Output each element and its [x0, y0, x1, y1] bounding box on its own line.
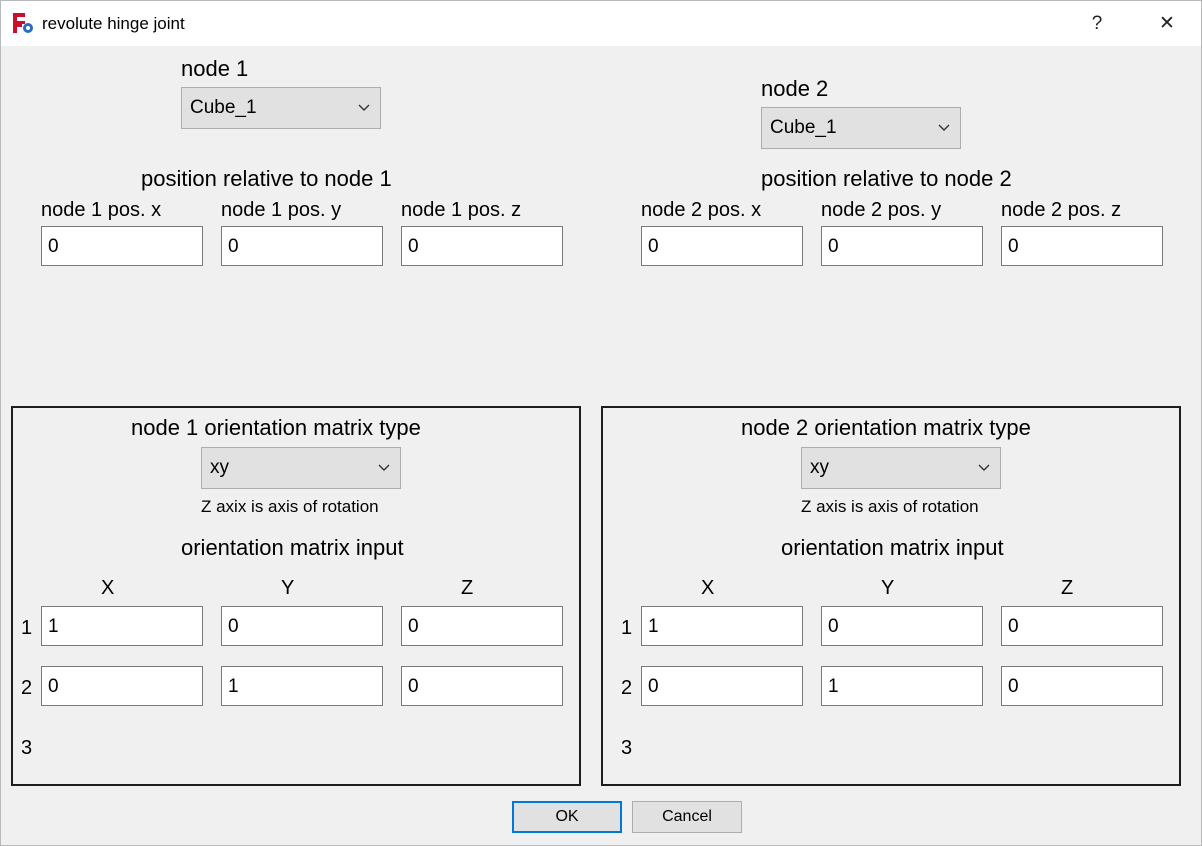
node2-pos-x-value: 0: [648, 236, 659, 257]
node1-position-heading: position relative to node 1: [141, 166, 392, 191]
node2-m21-value: 0: [648, 676, 659, 697]
node1-orientation-type-value: xy: [210, 457, 229, 478]
node1-m12-input[interactable]: 0: [221, 606, 383, 646]
node2-m11-value: 1: [648, 616, 659, 637]
node1-m23-input[interactable]: 0: [401, 666, 563, 706]
chevron-down-icon: [978, 464, 990, 471]
node2-m13-input[interactable]: 0: [1001, 606, 1163, 646]
node2-pos-y-label: node 2 pos. y: [821, 199, 942, 221]
window-title: revolute hinge joint: [42, 14, 185, 33]
title-bar: revolute hinge joint ? ✕: [1, 1, 1201, 46]
ok-button[interactable]: OK: [512, 801, 622, 833]
node1-row1-label: 1: [21, 617, 33, 639]
node2-select-value: Cube_1: [770, 117, 837, 138]
node1-pos-x-value: 0: [48, 236, 59, 257]
node1-select-value: Cube_1: [190, 97, 257, 118]
node2-col-x-label: X: [701, 577, 715, 599]
node2-col-z-label: Z: [1061, 577, 1074, 599]
node2-pos-y-input[interactable]: 0: [821, 226, 983, 266]
help-icon: ?: [1091, 13, 1103, 34]
node1-m23-value: 0: [408, 676, 419, 697]
node1-col-z-label: Z: [461, 577, 474, 599]
node1-matrix-input-label: orientation matrix input: [181, 535, 404, 560]
node2-m21-input[interactable]: 0: [641, 666, 803, 706]
node1-pos-z-input[interactable]: 0: [401, 226, 563, 266]
node1-m21-value: 0: [48, 676, 59, 697]
node2-m12-input[interactable]: 0: [821, 606, 983, 646]
cancel-button[interactable]: Cancel: [632, 801, 742, 833]
dialog-window: revolute hinge joint ? ✕ node 1 Cube_1 n…: [0, 0, 1202, 846]
node1-pos-x-label: node 1 pos. x: [41, 199, 162, 221]
node2-m23-input[interactable]: 0: [1001, 666, 1163, 706]
node2-position-heading: position relative to node 2: [761, 166, 1012, 191]
node2-m12-value: 0: [828, 616, 839, 637]
node2-row1-label: 1: [621, 617, 633, 639]
node2-row3-label: 3: [621, 737, 633, 759]
node1-row2-label: 2: [21, 677, 33, 699]
node1-pos-x-input[interactable]: 0: [41, 226, 203, 266]
node2-pos-z-input[interactable]: 0: [1001, 226, 1163, 266]
freecad-app-icon: [13, 13, 33, 33]
node2-label: node 2: [761, 76, 829, 101]
node2-pos-x-input[interactable]: 0: [641, 226, 803, 266]
node1-m13-value: 0: [408, 616, 419, 637]
close-button[interactable]: ✕: [1151, 9, 1183, 39]
node1-pos-y-label: node 1 pos. y: [221, 199, 342, 221]
node1-pos-z-value: 0: [408, 236, 419, 257]
node1-m11-value: 1: [48, 616, 59, 637]
node2-row2-label: 2: [621, 677, 633, 699]
node2-orientation-type-select[interactable]: xy: [801, 447, 1001, 489]
node2-matrix-input-label: orientation matrix input: [781, 535, 1004, 560]
node1-col-y-label: Y: [281, 577, 295, 599]
node2-m13-value: 0: [1008, 616, 1019, 637]
node2-col-y-label: Y: [881, 577, 895, 599]
node1-m11-input[interactable]: 1: [41, 606, 203, 646]
node1-m22-input[interactable]: 1: [221, 666, 383, 706]
node2-orientation-type-label: node 2 orientation matrix type: [741, 415, 1031, 440]
chevron-down-icon: [358, 104, 370, 111]
chevron-down-icon: [378, 464, 390, 471]
node2-pos-x-label: node 2 pos. x: [641, 199, 762, 221]
node1-m13-input[interactable]: 0: [401, 606, 563, 646]
node1-pos-z-label: node 1 pos. z: [401, 199, 522, 221]
node2-select[interactable]: Cube_1: [761, 107, 961, 149]
node2-m23-value: 0: [1008, 676, 1019, 697]
node2-rotation-hint: Z axis is axis of rotation: [801, 497, 979, 516]
node1-pos-y-input[interactable]: 0: [221, 226, 383, 266]
node1-select[interactable]: Cube_1: [181, 87, 381, 129]
node1-m12-value: 0: [228, 616, 239, 637]
node1-row3-label: 3: [21, 737, 33, 759]
node2-pos-z-value: 0: [1008, 236, 1019, 257]
node1-col-x-label: X: [101, 577, 115, 599]
node1-rotation-hint: Z axix is axis of rotation: [201, 497, 379, 516]
node2-m22-input[interactable]: 1: [821, 666, 983, 706]
node2-m11-input[interactable]: 1: [641, 606, 803, 646]
node1-orientation-type-select[interactable]: xy: [201, 447, 401, 489]
node1-pos-y-value: 0: [228, 236, 239, 257]
node2-orientation-type-value: xy: [810, 457, 829, 478]
node1-label: node 1: [181, 56, 249, 81]
node2-pos-y-value: 0: [828, 236, 839, 257]
node2-m22-value: 1: [828, 676, 839, 697]
close-icon: ✕: [1159, 13, 1175, 34]
help-button[interactable]: ?: [1081, 9, 1113, 39]
chevron-down-icon: [938, 124, 950, 131]
node2-pos-z-label: node 2 pos. z: [1001, 199, 1122, 221]
node1-m22-value: 1: [228, 676, 239, 697]
node1-orientation-type-label: node 1 orientation matrix type: [131, 415, 421, 440]
node1-m21-input[interactable]: 0: [41, 666, 203, 706]
